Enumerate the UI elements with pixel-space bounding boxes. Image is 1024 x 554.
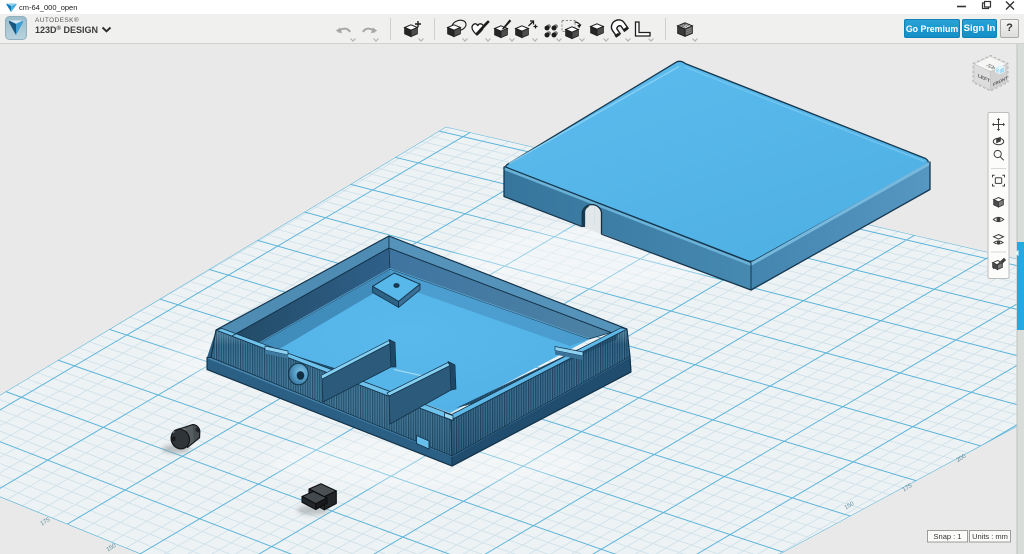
svg-text:175: 175 [40, 517, 52, 528]
svg-text:150: 150 [106, 543, 118, 554]
svg-text:Snap : 1: Snap : 1 [934, 532, 962, 541]
svg-text:Units : mm: Units : mm [972, 532, 1008, 541]
